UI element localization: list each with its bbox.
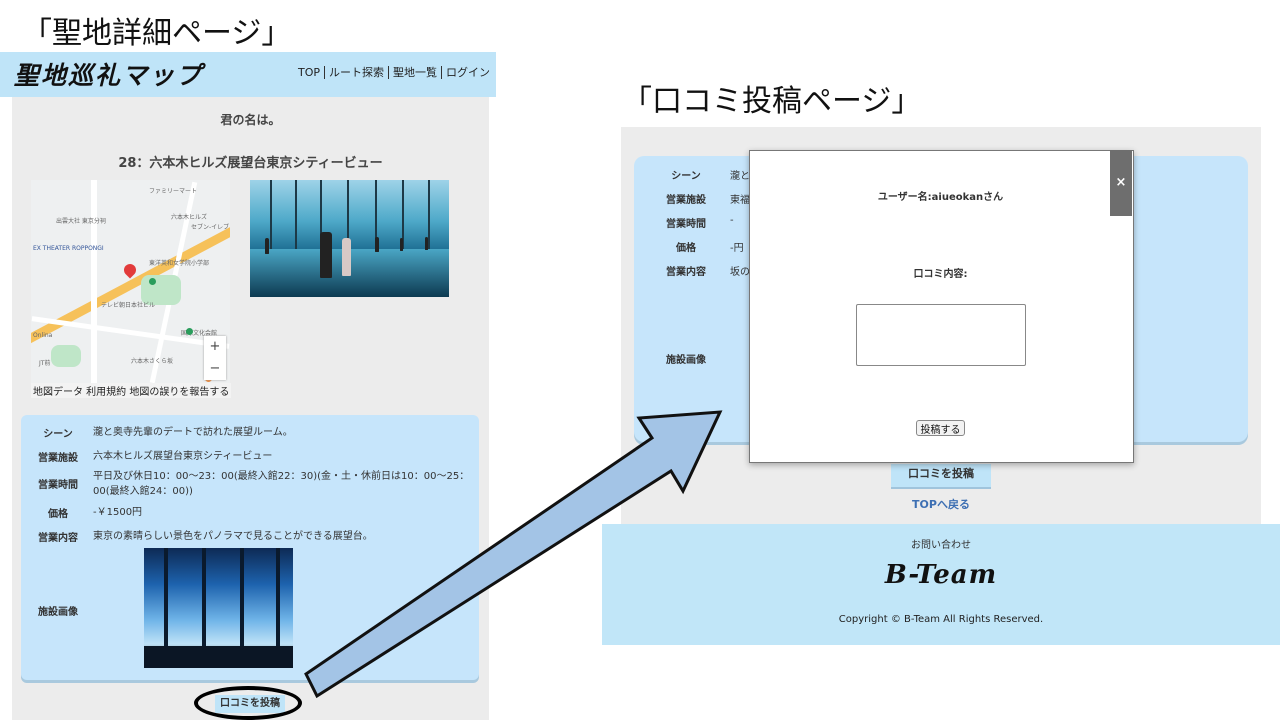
modal-close-button[interactable]: ×: [1110, 150, 1132, 216]
highlight-ellipse: [194, 686, 302, 720]
info-label: 営業内容: [38, 533, 78, 544]
info-value: 平日及び休日10：00〜23：00(最終入館22：30)(金・土・休前日は10：…: [93, 471, 470, 497]
review-info-row: 営業施設 東福: [648, 191, 750, 206]
info-label: 施設画像: [38, 607, 78, 618]
info-value: -: [730, 215, 734, 226]
back-to-top-link[interactable]: TOPへ戻る: [891, 496, 991, 512]
nav-top-link[interactable]: TOP: [298, 66, 326, 79]
review-page-caption: 「口コミ投稿ページ」: [622, 84, 922, 119]
map-label: セブン-イレブン: [191, 224, 230, 231]
anime-title: 君の名は。: [220, 113, 281, 127]
info-label: 営業施設: [38, 453, 78, 464]
footer-copyright: Copyright © B-Team All Rights Reserved.: [838, 614, 1044, 625]
info-label: シーン: [43, 429, 73, 440]
map-poi-icon[interactable]: [149, 278, 156, 285]
info-label: 営業内容: [666, 267, 706, 278]
map-poi-icon[interactable]: [186, 328, 193, 335]
nav-spot-list-link[interactable]: 聖地一覧: [389, 66, 443, 79]
info-label: 営業時間: [38, 480, 78, 491]
map-label: 東洋英和女学院小学部: [149, 260, 210, 267]
location-map[interactable]: ファミリーマート 六本木ヒルズ EX THEATER ROPPONGI セブン-…: [31, 180, 230, 385]
info-value: 坂の: [730, 267, 750, 278]
map-zoom-control: + −: [204, 336, 226, 380]
info-label: 営業施設: [666, 195, 706, 206]
info-value: 瀧と奥寺先輩のデートで訪れた展望ルーム。: [93, 427, 293, 438]
info-value: 瀧と: [730, 171, 750, 182]
map-label: 六本木さくら坂: [131, 358, 174, 365]
info-row-content: 営業内容 東京の素晴らしい景色をパノラマで見ることができる展望台。: [23, 529, 471, 544]
nav-login-link[interactable]: ログイン: [442, 66, 490, 79]
map-label: JT前: [39, 360, 51, 367]
post-review-button[interactable]: 口コミを投稿: [891, 464, 991, 487]
map-label: 六本木ヒルズ: [171, 214, 208, 221]
info-label: 営業時間: [666, 219, 706, 230]
map-label: Onlina: [33, 332, 53, 339]
map-attribution[interactable]: 地図データ 利用規約 地図の誤りを報告する: [31, 383, 232, 398]
review-info-row: 営業内容 坂の: [648, 263, 750, 278]
info-value: 東京の素晴らしい景色をパノラマで見ることができる展望台。: [93, 531, 373, 542]
spot-title: 28：六本木ヒルズ展望台東京シティービュー: [118, 156, 383, 171]
site-logo[interactable]: 聖地巡礼マップ: [14, 56, 203, 92]
info-label: 施設画像: [666, 355, 706, 366]
map-label: ファミリーマート: [149, 188, 198, 195]
map-label: EX THEATER ROPPONGI: [33, 245, 104, 252]
facility-image: [144, 548, 293, 668]
info-value: -￥1500円: [93, 507, 143, 518]
info-value: -円: [730, 243, 744, 254]
info-row-price: 価格 -￥1500円: [23, 505, 471, 520]
detail-page-caption: 「聖地詳細ページ」: [22, 16, 292, 51]
review-info-row: 価格 -円: [648, 239, 744, 254]
info-row-hours: 営業時間 平日及び休日10：00〜23：00(最終入館22：30)(金・土・休前…: [23, 469, 471, 499]
info-label: 価格: [48, 509, 68, 520]
map-label: テレビ朝日本社ビル: [101, 302, 156, 309]
info-row-image: 施設画像: [23, 603, 93, 618]
info-value: 東福: [730, 195, 750, 206]
modal-username: ユーザー名:aiueokanさん: [877, 192, 1004, 203]
info-value: 六本木ヒルズ展望台東京シティービュー: [93, 451, 273, 462]
zoom-out-button[interactable]: −: [204, 358, 226, 380]
review-info-row-image: 施設画像: [648, 351, 724, 366]
scene-image: [250, 180, 449, 297]
info-row-scene: シーン 瀧と奥寺先輩のデートで訪れた展望ルーム。: [23, 425, 471, 440]
info-label: シーン: [671, 171, 701, 182]
footer-brand: B-Team: [884, 560, 998, 590]
contact-link[interactable]: お問い合わせ: [602, 536, 1280, 551]
map-label: 出雲大社 東京分祠: [56, 218, 106, 225]
nav-route-search-link[interactable]: ルート探索: [325, 66, 390, 79]
info-label: 価格: [676, 243, 696, 254]
zoom-in-button[interactable]: +: [204, 336, 226, 358]
review-info-row: 営業時間 -: [648, 215, 734, 230]
submit-review-button[interactable]: 投稿する: [916, 420, 965, 436]
info-row-facility: 営業施設 六本木ヒルズ展望台東京シティービュー: [23, 449, 471, 464]
review-content-label: 口コミ内容:: [913, 269, 968, 280]
review-info-row: シーン 瀧と: [648, 167, 750, 182]
header-nav: TOP ルート探索 聖地一覧 ログイン: [298, 66, 490, 79]
review-content-textarea[interactable]: [856, 304, 1026, 366]
